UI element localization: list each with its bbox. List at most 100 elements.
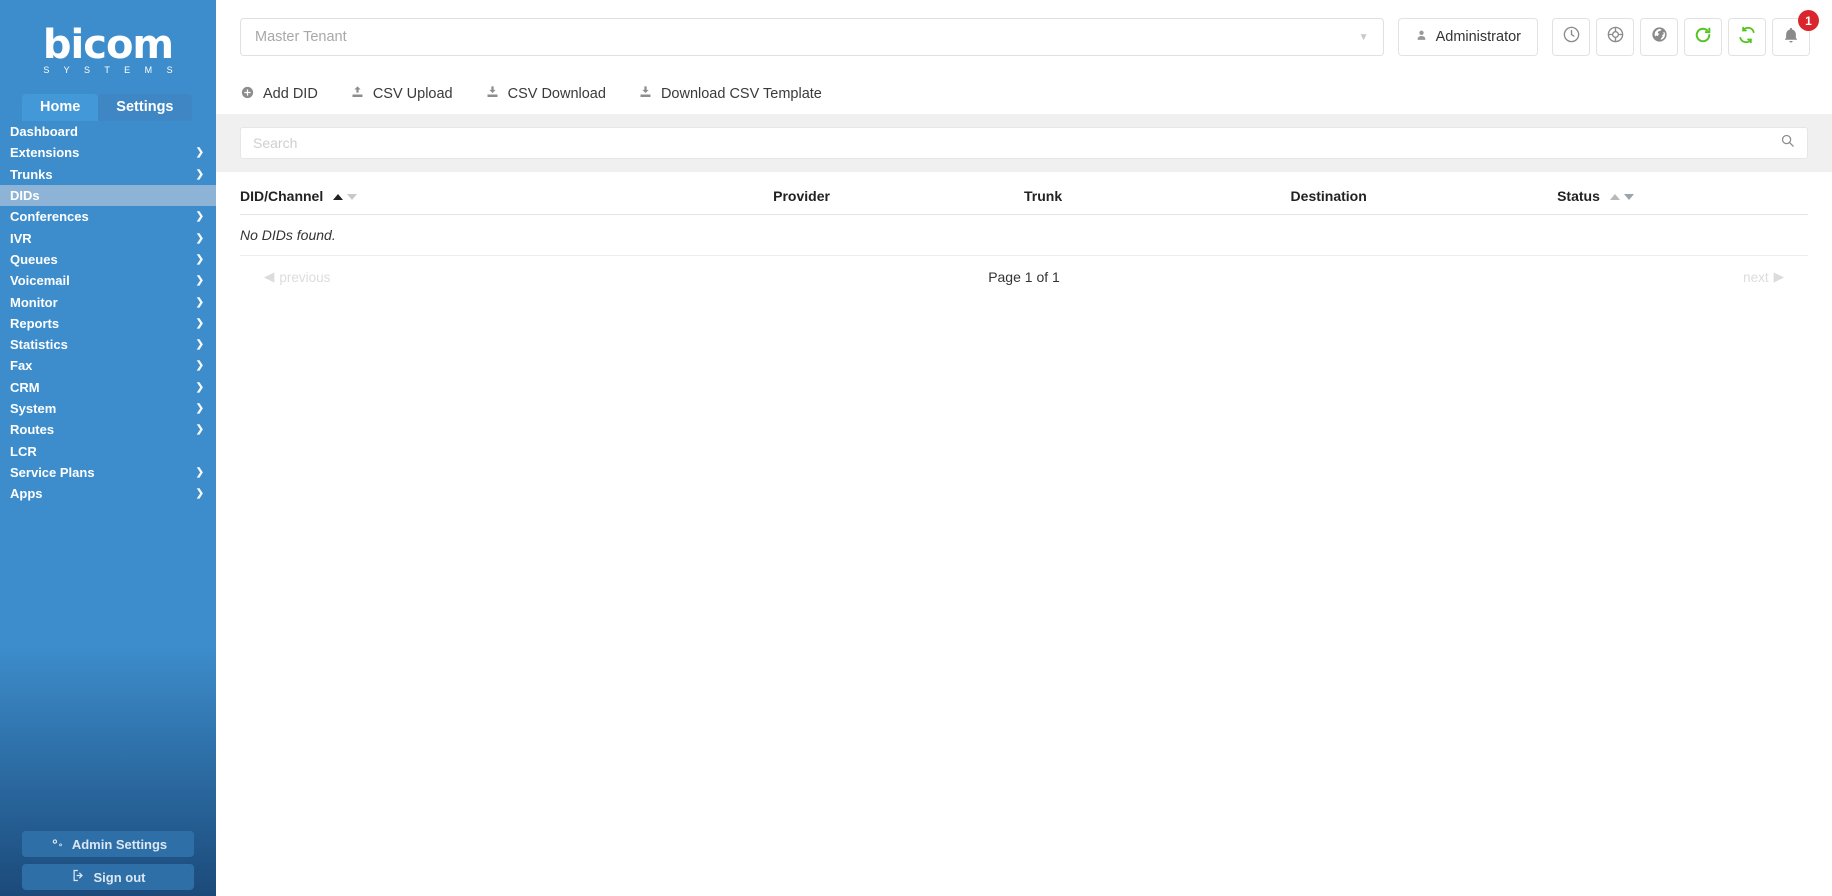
column-header-trunk[interactable]: Trunk: [1024, 172, 1291, 215]
globe-icon-button[interactable]: [1640, 18, 1678, 56]
reload-icon-button[interactable]: [1684, 18, 1722, 56]
sidebar-footer: Admin Settings Sign out: [0, 824, 216, 890]
sidebar-item-crm[interactable]: CRM ❯: [0, 377, 216, 398]
main-content: Master Tenant ▼ Administrator 1 Add DID …: [216, 0, 1832, 896]
download-icon: [485, 84, 500, 104]
column-header-did-channel[interactable]: DID/Channel: [240, 172, 774, 215]
user-menu-button[interactable]: Administrator: [1397, 18, 1538, 56]
sidebar-item-fax[interactable]: Fax ❯: [0, 355, 216, 376]
sort-controls: [333, 194, 358, 200]
column-label: Provider: [773, 188, 830, 204]
action-download-csv-template[interactable]: Download CSV Template: [638, 84, 822, 104]
column-header-status[interactable]: Status: [1557, 172, 1808, 215]
sidebar-item-trunks[interactable]: Trunks ❯: [0, 164, 216, 185]
sidebar-item-label: LCR: [10, 443, 37, 459]
sidebar-item-lcr[interactable]: LCR: [0, 440, 216, 461]
brand-name: bicom: [42, 21, 174, 68]
column-header-destination[interactable]: Destination: [1290, 172, 1558, 215]
chevron-right-icon: ❯: [195, 296, 204, 308]
tenant-selector[interactable]: Master Tenant ▼: [240, 18, 1384, 56]
previous-page-label: previous: [279, 269, 331, 285]
previous-page-button[interactable]: ◀ previous: [264, 269, 330, 285]
sidebar-item-service-plans[interactable]: Service Plans ❯: [0, 462, 216, 483]
chevron-right-icon: ❯: [195, 168, 204, 180]
sidebar-item-dids[interactable]: DIDs: [0, 184, 216, 207]
gears-icon: [49, 835, 64, 853]
chevron-right-icon: ❯: [195, 403, 204, 414]
column-header-provider[interactable]: Provider: [773, 172, 1024, 215]
action-csv-upload[interactable]: CSV Upload: [350, 84, 453, 104]
sign-out-button[interactable]: Sign out: [22, 864, 194, 890]
admin-settings-button[interactable]: Admin Settings: [22, 831, 194, 857]
action-label: CSV Upload: [372, 86, 453, 102]
caret-right-icon: ▶: [1773, 269, 1784, 284]
sidebar-item-extensions[interactable]: Extensions ❯: [0, 142, 216, 163]
search-box[interactable]: [240, 127, 1808, 159]
chevron-right-icon: ❯: [195, 275, 204, 287]
sidebar: bicom S Y S T E M S Home Settings Dashbo…: [0, 0, 216, 896]
chevron-right-icon: ❯: [195, 360, 204, 372]
chevron-right-icon: ❯: [195, 147, 204, 159]
action-csv-download[interactable]: CSV Download: [485, 84, 606, 104]
sidebar-item-label: Routes: [10, 422, 55, 438]
sidebar-item-label: Reports: [10, 315, 60, 331]
sidebar-item-label: DIDs: [10, 188, 40, 204]
search-icon[interactable]: [1780, 133, 1795, 153]
sidebar-item-reports[interactable]: Reports ❯: [0, 313, 216, 334]
next-page-button[interactable]: next ▶: [1743, 269, 1784, 285]
user-name-label: Administrator: [1435, 29, 1521, 45]
sidebar-item-queues[interactable]: Queues ❯: [0, 249, 216, 270]
sidebar-item-label: Monitor: [10, 294, 58, 310]
action-toolbar: Add DID CSV Upload CSV Download Download CS…: [216, 74, 1832, 114]
sidebar-item-label: Extensions: [10, 145, 80, 161]
sidebar-item-voicemail[interactable]: Voicemail ❯: [0, 270, 216, 291]
plus-circle-icon: [240, 85, 255, 104]
table-header-row: DID/Channel Provider Trunk Destination S…: [240, 172, 1808, 215]
pagination: ◀ previous Page 1 of 1 next ▶: [240, 256, 1808, 285]
sort-asc-icon[interactable]: [333, 194, 344, 200]
brand-logo: bicom S Y S T E M S: [0, 0, 216, 94]
sidebar-item-label: Apps: [10, 486, 43, 502]
sidebar-item-apps[interactable]: Apps ❯: [0, 483, 216, 504]
sort-controls: [1609, 194, 1634, 200]
column-label: Destination: [1290, 188, 1367, 204]
sidebar-item-ivr[interactable]: IVR ❯: [0, 227, 216, 248]
lifebuoy-icon: [1606, 25, 1625, 49]
sidebar-item-statistics[interactable]: Statistics ❯: [0, 334, 216, 355]
sidebar-item-conferences[interactable]: Conferences ❯: [0, 206, 216, 227]
sidebar-item-dashboard[interactable]: Dashboard: [0, 121, 216, 142]
sort-desc-icon[interactable]: [347, 194, 358, 200]
chevron-right-icon: ❯: [195, 317, 204, 329]
notifications-button[interactable]: 1: [1772, 10, 1819, 56]
reload-icon: [1693, 25, 1713, 50]
sidebar-tabs: Home Settings: [0, 94, 216, 121]
sort-asc-icon[interactable]: [1609, 194, 1620, 200]
chevron-right-icon: ❯: [195, 424, 204, 436]
sort-desc-icon[interactable]: [1623, 194, 1634, 200]
tab-home[interactable]: Home: [22, 94, 99, 121]
sidebar-item-routes[interactable]: Routes ❯: [0, 419, 216, 440]
brand-tagline: S Y S T E M S: [43, 64, 179, 75]
top-bar: Master Tenant ▼ Administrator 1: [216, 0, 1832, 74]
action-label: CSV Download: [507, 86, 606, 102]
chevron-right-icon: ❯: [195, 381, 204, 393]
search-input[interactable]: [253, 135, 1780, 151]
empty-message: No DIDs found.: [240, 214, 1808, 256]
sidebar-item-monitor[interactable]: Monitor ❯: [0, 291, 216, 312]
sync-icon-button[interactable]: [1728, 18, 1766, 56]
tab-settings[interactable]: Settings: [98, 94, 192, 121]
sidebar-item-label: Trunks: [10, 166, 53, 182]
clock-icon-button[interactable]: [1552, 18, 1590, 56]
dids-table-wrapper: DID/Channel Provider Trunk Destination S…: [216, 172, 1832, 285]
sidebar-item-system[interactable]: System ❯: [0, 398, 216, 419]
table-body: No DIDs found.: [240, 214, 1808, 256]
topbar-icon-group: 1: [1552, 10, 1819, 56]
admin-settings-label: Admin Settings: [71, 836, 168, 852]
empty-row: No DIDs found.: [240, 214, 1808, 256]
chevron-right-icon: ❯: [195, 339, 204, 351]
action-add-did[interactable]: Add DID: [240, 85, 318, 104]
lifebuoy-icon-button[interactable]: [1596, 18, 1634, 56]
action-label: Add DID: [263, 86, 318, 102]
sidebar-item-label: CRM: [10, 379, 40, 395]
column-label: DID/Channel: [240, 188, 324, 204]
